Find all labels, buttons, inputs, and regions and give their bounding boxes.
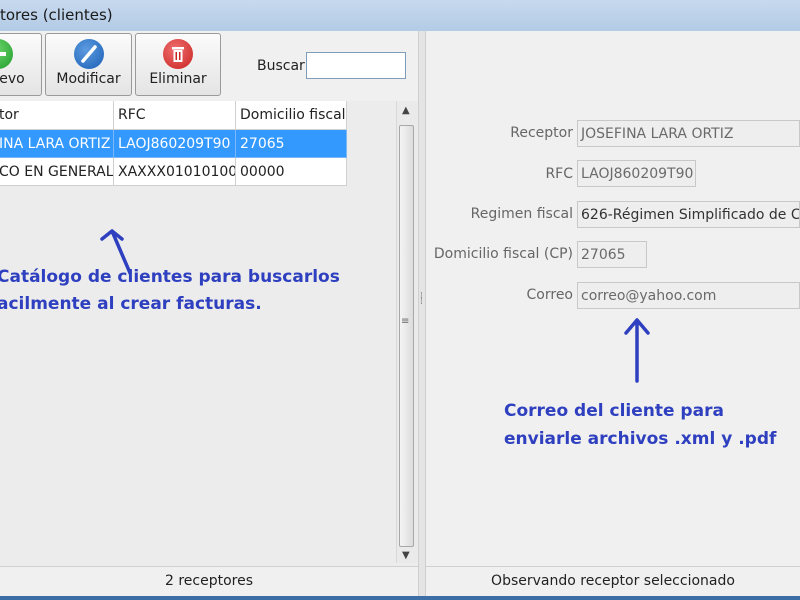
search-input[interactable] — [306, 52, 406, 79]
rfc-field[interactable]: LAOJ860209T90 — [577, 160, 696, 187]
column-header-rfc[interactable]: RFC — [114, 101, 236, 129]
cell-domicilio: 00000 — [236, 158, 347, 186]
table-scrollbar[interactable]: ▲ ≡ ▼ — [396, 101, 417, 563]
regimen-fiscal-field[interactable]: 626-Régimen Simplificado de Co — [577, 201, 800, 228]
receptor-field[interactable]: JOSEFINA LARA ORTIZ — [577, 120, 800, 147]
regimen-fiscal-label: Regimen fiscal — [470, 206, 573, 222]
annotation-text-left: Catálogo de clientes para buscarlos acil… — [0, 267, 340, 314]
pane-splitter[interactable]: ⁞ ⁞ — [418, 31, 426, 600]
annotation-arrow-up-icon — [624, 318, 650, 383]
table-header: tor RFC Domicilio fiscal — [0, 101, 347, 130]
nuevo-button[interactable]: evo — [0, 33, 42, 96]
status-bar-right: Observando receptor seleccionado — [426, 566, 800, 596]
splitter-grip-icon: ⁞ ⁞ — [420, 291, 423, 307]
eliminar-button-label: Eliminar — [149, 71, 207, 87]
pencil-icon — [73, 39, 104, 69]
modificar-button-label: Modificar — [56, 71, 121, 87]
cell-receptor: INA LARA ORTIZ — [0, 130, 114, 158]
toolbar: evo Modificar Eliminar Buscar — [0, 31, 418, 101]
trash-icon — [163, 39, 193, 69]
annotation-text-right: Correo del cliente para enviarle archivo… — [504, 401, 777, 449]
cell-rfc: XAXXX010101000 — [114, 158, 236, 186]
nuevo-button-label: evo — [0, 71, 25, 87]
rfc-label: RFC — [545, 166, 573, 182]
plus-circle-icon — [0, 39, 13, 69]
receptor-label: Receptor — [510, 125, 573, 141]
modificar-button[interactable]: Modificar — [45, 33, 132, 96]
table-row[interactable]: INA LARA ORTIZ LAOJ860209T90 27065 — [0, 130, 347, 158]
receptores-list-pane: evo Modificar Eliminar Buscar tor RFC Do… — [0, 31, 418, 600]
scrollbar-grip-icon: ≡ — [401, 316, 410, 327]
column-header-domicilio[interactable]: Domicilio fiscal — [236, 101, 347, 129]
receptores-table: tor RFC Domicilio fiscal INA LARA ORTIZ … — [0, 101, 396, 563]
scrollbar-thumb[interactable] — [399, 125, 414, 547]
correo-label: Correo — [526, 287, 573, 303]
receptor-detail-pane: Receptor JOSEFINA LARA ORTIZ RFC LAOJ860… — [426, 31, 800, 600]
status-bar-left: 2 receptores — [0, 566, 418, 596]
correo-field[interactable]: correo@yahoo.com — [577, 282, 800, 309]
domicilio-fiscal-label: Domicilio fiscal (CP) — [433, 246, 573, 262]
scroll-up-arrow-icon[interactable]: ▲ — [402, 105, 410, 116]
cell-receptor: CO EN GENERAL — [0, 158, 114, 186]
column-header-receptor[interactable]: tor — [0, 101, 114, 129]
cell-domicilio: 27065 — [236, 130, 347, 158]
window-title: tores (clientes) — [0, 6, 113, 24]
cell-rfc: LAOJ860209T90 — [114, 130, 236, 158]
eliminar-button[interactable]: Eliminar — [135, 33, 221, 96]
table-row[interactable]: CO EN GENERAL XAXXX010101000 00000 — [0, 158, 347, 186]
window-titlebar: tores (clientes) — [0, 0, 800, 32]
buscar-label: Buscar — [257, 58, 305, 74]
scroll-down-arrow-icon[interactable]: ▼ — [402, 550, 410, 561]
window-bottom-border — [0, 596, 800, 600]
domicilio-fiscal-field[interactable]: 27065 — [577, 241, 647, 268]
